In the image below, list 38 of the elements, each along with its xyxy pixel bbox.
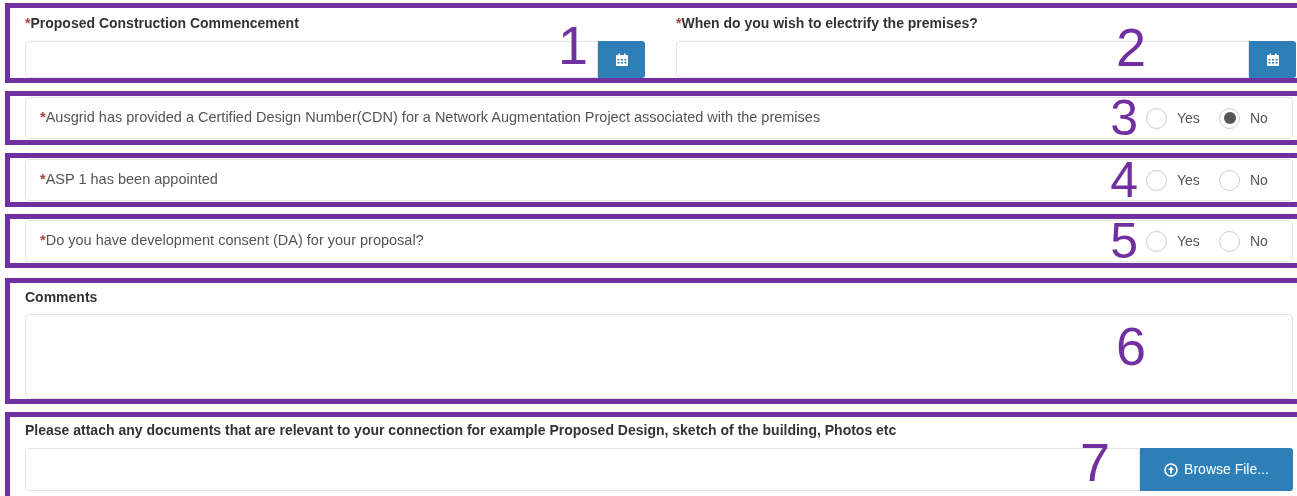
question-text: Do you have development consent (DA) for your proposal? bbox=[45, 231, 424, 251]
option-label: Yes bbox=[1177, 170, 1200, 190]
option-label: No bbox=[1250, 170, 1268, 190]
calendar-button[interactable] bbox=[1249, 41, 1296, 78]
browse-button[interactable]: Browse File... bbox=[1140, 448, 1293, 491]
required-asterisk: * bbox=[40, 108, 46, 128]
question-text: Ausgrid has provided a Certified Design Number(CDN) for a Network Augmentation Project associated with the premises bbox=[45, 108, 821, 128]
calendar-button[interactable] bbox=[598, 41, 645, 78]
radio-button[interactable] bbox=[1146, 169, 1167, 191]
upload-icon bbox=[1164, 462, 1179, 477]
field-label: Comments bbox=[25, 288, 99, 307]
calendar-icon bbox=[614, 52, 629, 67]
radio-button[interactable] bbox=[1146, 230, 1167, 252]
required-asterisk: * bbox=[40, 231, 46, 251]
option-label: Yes bbox=[1177, 108, 1200, 128]
option-label: No bbox=[1250, 231, 1268, 251]
radio-button[interactable] bbox=[1219, 107, 1240, 129]
required-asterisk: * bbox=[25, 14, 31, 33]
annotation-number: 2 bbox=[1116, 20, 1147, 74]
required-asterisk: * bbox=[40, 170, 46, 190]
required-asterisk: * bbox=[676, 14, 682, 33]
annotation-number: 4 bbox=[1110, 160, 1138, 200]
field-label: Proposed Construction Commencement bbox=[30, 14, 299, 33]
radio-button[interactable] bbox=[1219, 230, 1240, 252]
calendar-icon bbox=[1265, 52, 1280, 67]
option-label: Yes bbox=[1177, 231, 1200, 251]
annotation-number: 3 bbox=[1110, 98, 1138, 138]
option-label: No bbox=[1250, 108, 1268, 128]
annotation-number: 5 bbox=[1110, 221, 1138, 261]
annotation-number: 7 bbox=[1080, 435, 1111, 489]
comments-field[interactable] bbox=[25, 314, 1293, 399]
question-text: ASP 1 has been appointed bbox=[45, 170, 218, 190]
field-label: Please attach any documents that are relevant to your connection for example Proposed Design, sketch of the building, Photos etc bbox=[25, 421, 898, 440]
annotation-number: 6 bbox=[1116, 319, 1147, 373]
annotation-number: 1 bbox=[558, 18, 589, 72]
radio-button[interactable] bbox=[1146, 107, 1167, 129]
radio-button[interactable] bbox=[1219, 169, 1240, 191]
field-label: When do you wish to electrify the premises? bbox=[681, 14, 978, 33]
